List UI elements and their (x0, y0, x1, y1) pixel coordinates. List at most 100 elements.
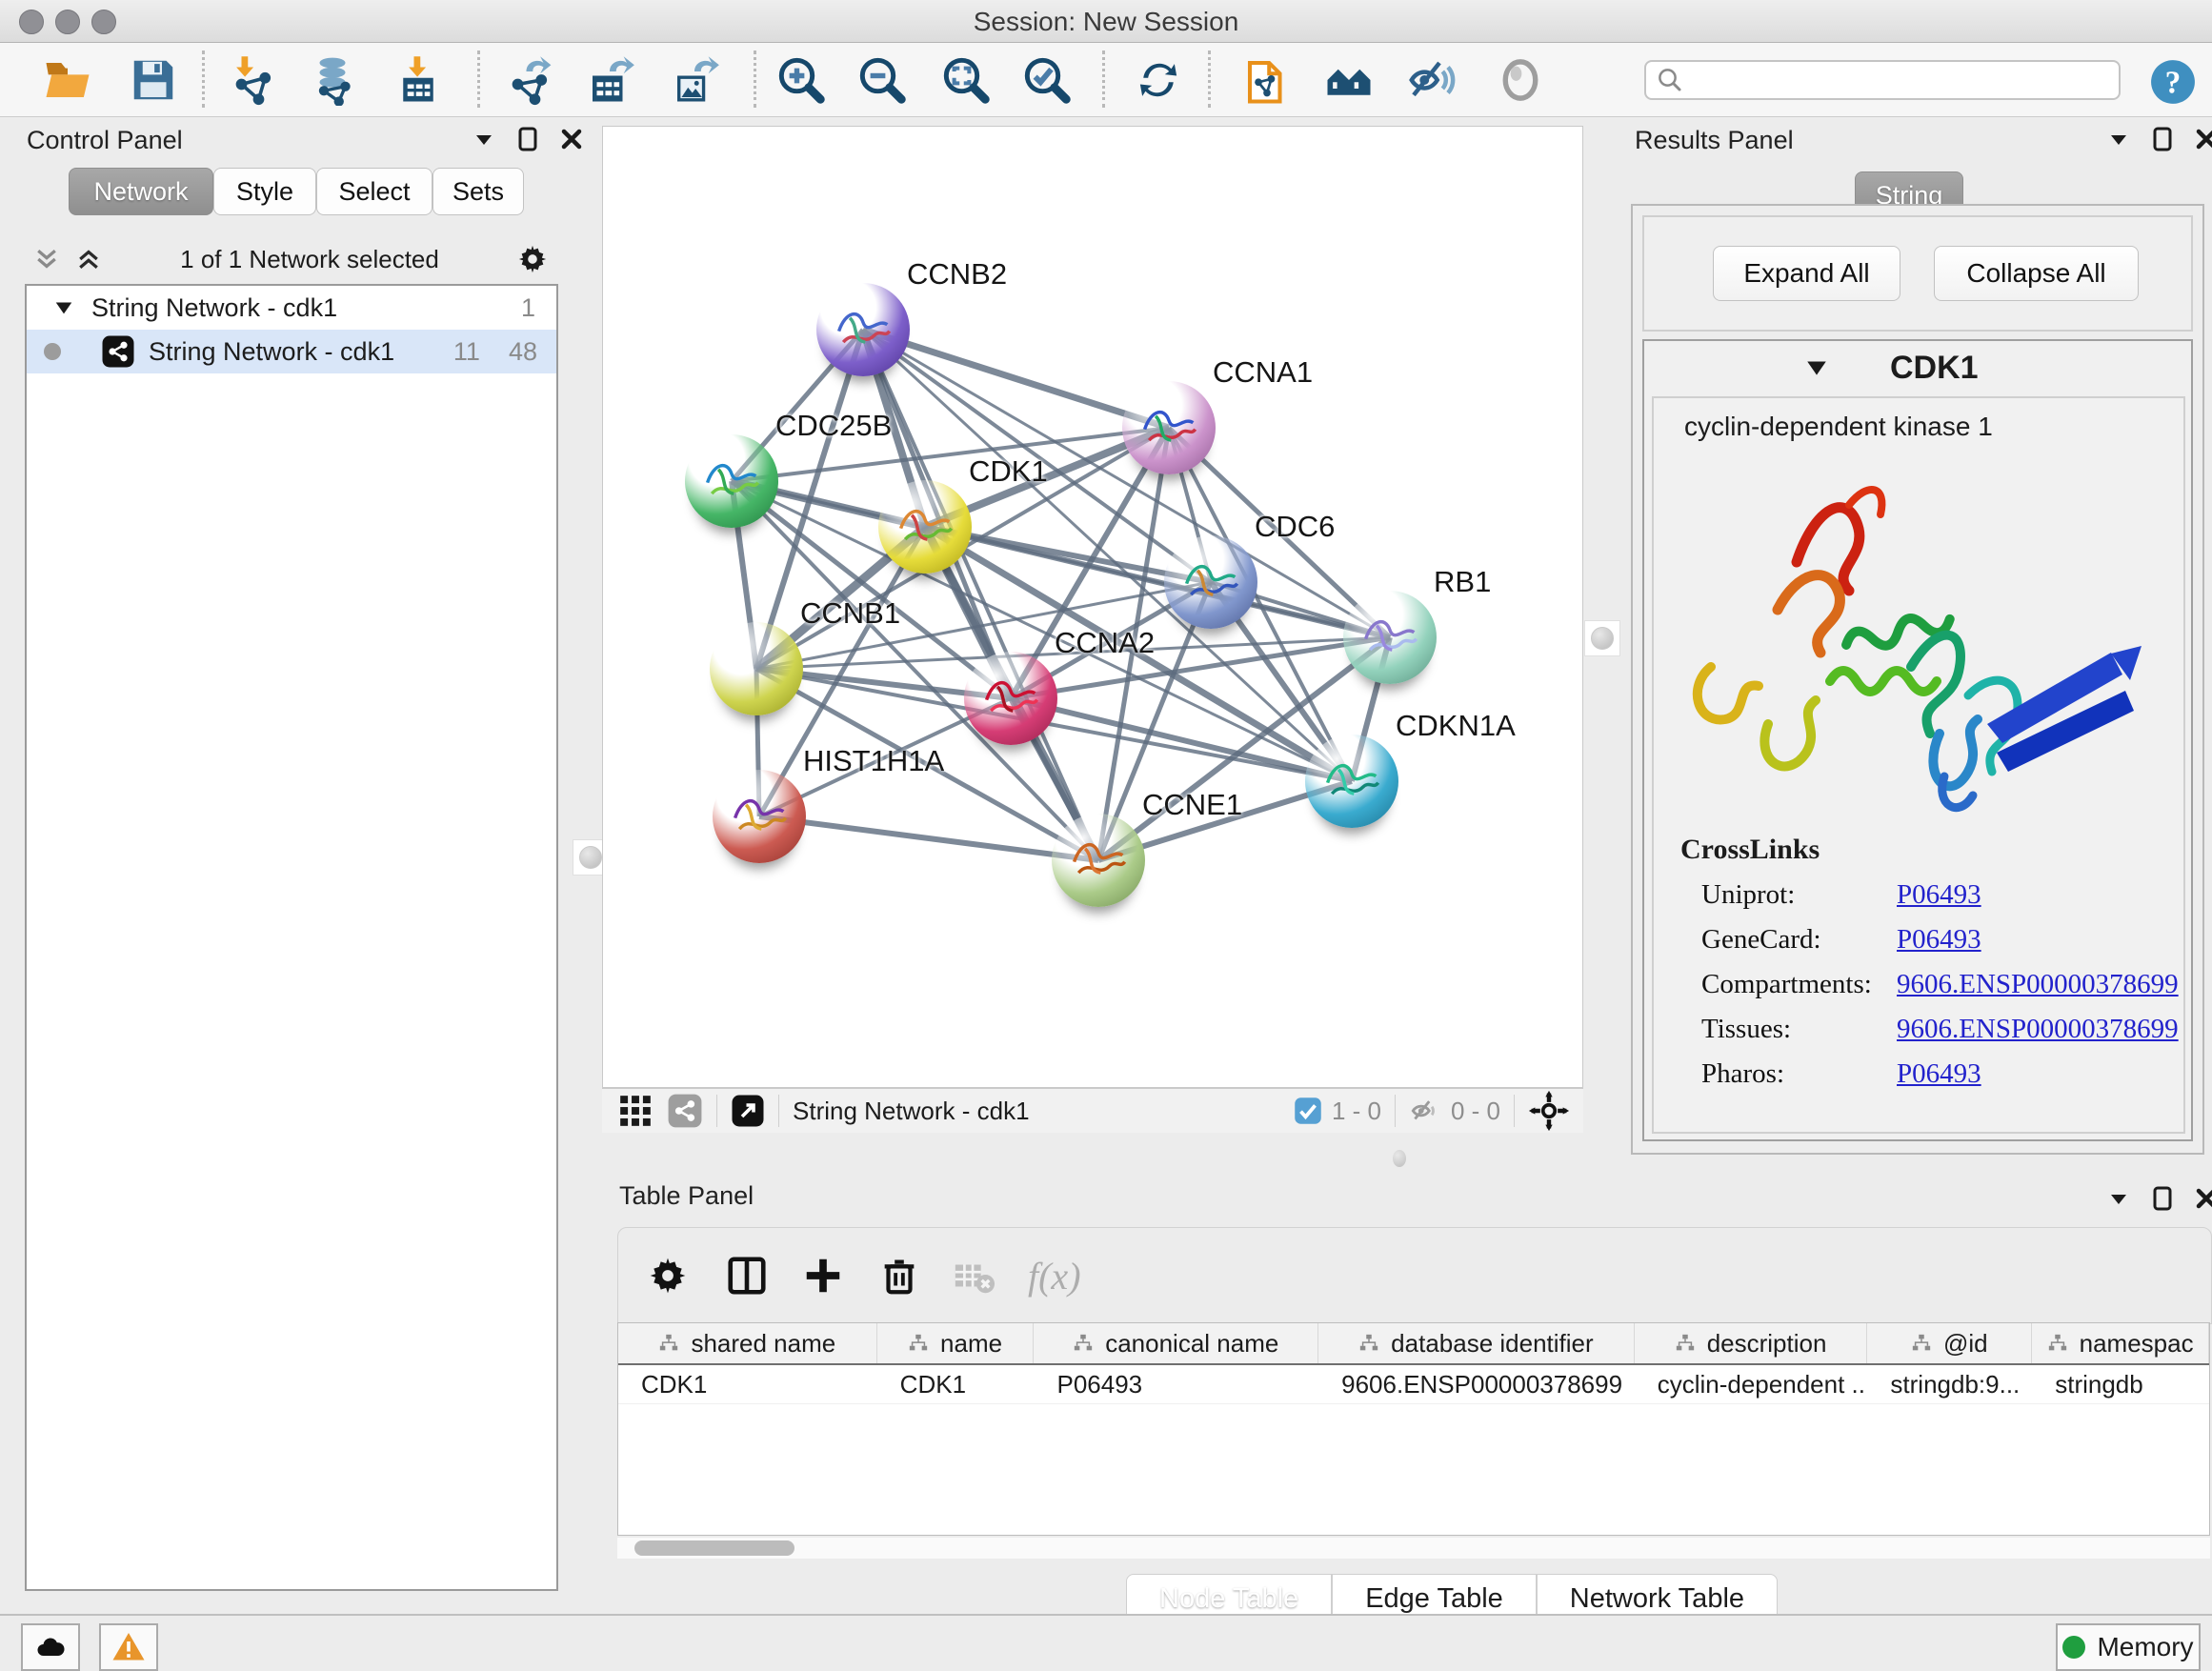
network-node-CCNB2[interactable] (816, 283, 910, 376)
home-welcome-icon[interactable] (1323, 54, 1375, 106)
network-edge-HIST1H1A-CCNE1[interactable] (759, 816, 1098, 860)
crosslink-link[interactable]: P06493 (1897, 924, 1981, 956)
column-header-canonicalname[interactable]: canonical name (1034, 1323, 1318, 1363)
graphics-details-icon[interactable] (1405, 54, 1457, 106)
save-session-button[interactable] (128, 54, 179, 106)
network-collection-row[interactable]: String Network - cdk1 1 (27, 286, 556, 330)
column-header-name[interactable]: name (877, 1323, 1035, 1363)
table-cell[interactable]: P06493 (1034, 1365, 1318, 1403)
cloud-status-button[interactable] (21, 1623, 80, 1671)
node-label-CCNE1: CCNE1 (1142, 788, 1242, 822)
protein-thumbnail (1063, 829, 1134, 886)
export-table-button[interactable] (584, 54, 635, 106)
panel-close-icon[interactable] (2195, 1187, 2212, 1210)
network-node-CCNE1[interactable] (1052, 814, 1145, 907)
panel-float-icon[interactable] (516, 127, 539, 151)
grid-view-icon[interactable] (617, 1093, 654, 1129)
network-node-CCNA1[interactable] (1122, 381, 1216, 474)
table-cell[interactable]: CDK1 (877, 1365, 1035, 1403)
network-node-CCNB1[interactable] (710, 622, 803, 715)
collection-expander-icon[interactable] (53, 297, 74, 318)
help-button[interactable]: ? (2149, 58, 2201, 110)
entry-expander-icon[interactable] (1804, 355, 1829, 380)
refresh-layout-button[interactable] (1133, 54, 1184, 106)
column-header-databaseidentifier[interactable]: database identifier (1318, 1323, 1635, 1363)
network-node-CCNA2[interactable] (964, 652, 1057, 745)
network-row[interactable]: String Network - cdk1 11 48 (27, 330, 556, 373)
panel-menu-icon[interactable] (2107, 128, 2130, 151)
panel-close-icon[interactable] (560, 128, 583, 151)
tab-network[interactable]: Network (69, 168, 213, 215)
table-gear-icon[interactable] (647, 1255, 689, 1297)
hidden-eye-icon[interactable] (1409, 1095, 1441, 1127)
open-file-button[interactable] (42, 54, 93, 106)
add-column-icon[interactable] (801, 1254, 845, 1298)
import-network-from-file-button[interactable] (229, 54, 280, 106)
expand-all-button[interactable]: Expand All (1713, 246, 1900, 301)
gear-icon[interactable] (516, 243, 549, 275)
crosslink-link[interactable]: P06493 (1897, 879, 1981, 911)
table-cell[interactable]: 9606.ENSP00000378699 (1318, 1365, 1635, 1403)
crosslink-link[interactable]: 9606.ENSP00000378699 (1897, 969, 2179, 1000)
tab-select[interactable]: Select (316, 168, 432, 215)
show-columns-icon[interactable] (725, 1254, 769, 1298)
birds-eye-toggle-icon[interactable] (1495, 54, 1546, 106)
panel-menu-icon[interactable] (473, 128, 495, 151)
search-input[interactable] (1684, 66, 2098, 94)
toolbar-separator (1208, 50, 1211, 108)
delete-column-icon[interactable] (877, 1254, 921, 1298)
zoom-selected-button[interactable] (1021, 54, 1073, 106)
right-splitter-handle[interactable] (1584, 620, 1620, 656)
expand-all-icon[interactable] (74, 245, 103, 273)
selected-checkbox-icon[interactable] (1294, 1097, 1322, 1125)
table-row[interactable]: CDK1CDK1P064939606.ENSP00000378699cyclin… (618, 1365, 2209, 1404)
crosslink-link[interactable]: 9606.ENSP00000378699 (1897, 1014, 2179, 1045)
panel-close-icon[interactable] (2195, 128, 2212, 151)
network-edge-CCNB2-CCNE1[interactable] (863, 330, 1098, 860)
zoom-fit-button[interactable] (940, 54, 992, 106)
network-node-RB1[interactable] (1343, 591, 1437, 684)
export-network-button[interactable] (505, 54, 556, 106)
zoom-in-button[interactable] (775, 54, 827, 106)
horizontal-scrollbar[interactable] (617, 1538, 2210, 1559)
table-splitter-handle[interactable] (1387, 1149, 1412, 1168)
network-view-icon[interactable] (667, 1093, 703, 1129)
gene-entry-header[interactable]: CDK1 (1644, 341, 2191, 394)
network-canvas[interactable]: CCNB2CCNA1CDC25BCDK1CDC6RB1CCNB1CCNA2CDK… (602, 126, 1583, 1088)
panel-float-icon[interactable] (2151, 1186, 2174, 1211)
scrollbar-thumb[interactable] (634, 1540, 794, 1556)
table-cell[interactable]: stringdb:9... (1867, 1365, 2032, 1403)
panel-menu-icon[interactable] (2107, 1187, 2130, 1210)
zoom-out-button[interactable] (856, 54, 908, 106)
network-node-CDKN1A[interactable] (1305, 735, 1398, 828)
network-node-HIST1H1A[interactable] (713, 770, 806, 863)
warnings-button[interactable] (99, 1623, 158, 1671)
collapse-all-icon[interactable] (32, 245, 61, 273)
import-network-from-database-button[interactable] (307, 54, 358, 106)
memory-button[interactable]: Memory (2056, 1623, 2201, 1671)
column-header-description[interactable]: description (1635, 1323, 1868, 1363)
control-panel-title: Control Panel (27, 126, 183, 155)
panel-float-icon[interactable] (2151, 127, 2174, 151)
pan-crosshair-icon[interactable] (1528, 1090, 1570, 1132)
network-node-CDC6[interactable] (1164, 535, 1257, 629)
table-cell[interactable]: cyclin-dependent ... (1635, 1365, 1868, 1403)
detach-view-icon[interactable] (731, 1094, 765, 1128)
tab-sets[interactable]: Sets (432, 168, 524, 215)
import-string-network-button[interactable] (1241, 54, 1293, 106)
collapse-all-button[interactable]: Collapse All (1934, 246, 2139, 301)
column-header-sharedname[interactable]: shared name (618, 1323, 877, 1363)
table-cell[interactable]: CDK1 (618, 1365, 877, 1403)
column-header-namespac[interactable]: namespac (2032, 1323, 2209, 1363)
column-header-id[interactable]: @id (1867, 1323, 2032, 1363)
delete-table-icon (952, 1254, 995, 1298)
network-edge-CCNB2-CCNA1[interactable] (863, 330, 1169, 428)
network-node-CDK1[interactable] (878, 480, 972, 574)
crosslink-link[interactable]: P06493 (1897, 1058, 1981, 1090)
network-node-CDC25B[interactable] (685, 434, 778, 528)
import-table-from-file-button[interactable] (392, 54, 444, 106)
column-type-icon (658, 1333, 679, 1354)
table-cell[interactable]: stringdb (2032, 1365, 2209, 1403)
export-image-button[interactable] (669, 54, 720, 106)
tab-style[interactable]: Style (213, 168, 316, 215)
